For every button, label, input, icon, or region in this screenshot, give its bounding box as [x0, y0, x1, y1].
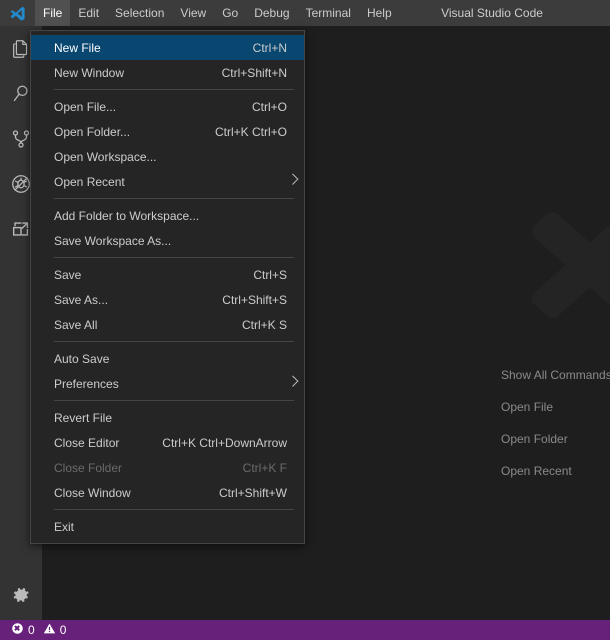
warning-count: 0: [59, 623, 67, 637]
menu-separator: [54, 89, 294, 90]
menu-item-save-as[interactable]: Save As... Ctrl+Shift+S: [31, 287, 304, 312]
menu-item-shortcut: Ctrl+K Ctrl+DownArrow: [162, 435, 287, 450]
menu-item-shortcut: Ctrl+Shift+W: [218, 485, 287, 500]
window-title-text: Visual Studio Code: [441, 6, 543, 20]
menu-item-shortcut: Ctrl+K Ctrl+O: [214, 124, 287, 139]
menu-item-preferences[interactable]: Preferences: [31, 371, 304, 396]
menu-item-label: New File: [54, 40, 101, 55]
menu-item-open-workspace[interactable]: Open Workspace...: [31, 144, 304, 169]
menu-item-add-folder-to-workspace[interactable]: Add Folder to Workspace...: [31, 203, 304, 228]
error-count: 0: [28, 623, 35, 637]
menu-item-label: Close Window: [54, 485, 131, 500]
menu-item-shortcut: Ctrl+K F: [242, 460, 287, 475]
menu-separator: [54, 198, 294, 199]
menubar-item-selection-label: Selection: [115, 6, 165, 20]
menu-item-auto-save[interactable]: Auto Save: [31, 346, 304, 371]
menubar-item-edit[interactable]: Edit: [70, 0, 107, 26]
menu-item-label: Save All: [54, 317, 98, 332]
watermark-label-open-recent: Open Recent: [501, 464, 572, 478]
menu-item-shortcut: Ctrl+N: [252, 40, 287, 55]
menu-item-shortcut: Ctrl+S: [253, 267, 287, 282]
menu-item-label: Save: [54, 267, 82, 282]
title-bar: Visual Studio Code File Edit Selection V…: [0, 0, 610, 26]
menu-item-save-workspace-as[interactable]: Save Workspace As...: [31, 228, 304, 253]
menu-item-shortcut: Ctrl+Shift+N: [221, 65, 287, 80]
menu-item-open-recent[interactable]: Open Recent: [31, 169, 304, 194]
menubar-item-help-label: Help: [366, 6, 392, 20]
menu-item-new-window[interactable]: New Window Ctrl+Shift+N: [31, 60, 304, 85]
error-circle-icon: [11, 622, 24, 638]
menu-item-label: Open Folder...: [54, 124, 131, 139]
menu-item-label: Close Editor: [54, 435, 120, 450]
menu-separator: [54, 341, 294, 342]
menu-separator: [54, 509, 294, 510]
menu-item-label: Revert File: [54, 410, 113, 425]
menu-item-exit[interactable]: Exit: [31, 514, 304, 539]
menu-item-label: Save Workspace As...: [54, 233, 172, 248]
status-bar-left: 0 0: [0, 620, 69, 640]
extensions-icon: [10, 218, 32, 240]
warning-triangle-icon: [43, 622, 56, 638]
vscode-watermark-logo: [485, 178, 610, 338]
status-problems[interactable]: 0 0: [8, 620, 69, 640]
menu-item-close-editor[interactable]: Close Editor Ctrl+K Ctrl+DownArrow: [31, 430, 304, 455]
menu-item-label: Save As...: [54, 292, 109, 307]
menu-item-shortcut: Ctrl+K S: [241, 317, 287, 332]
menu-item-save[interactable]: Save Ctrl+S: [31, 262, 304, 287]
explorer-icon: [10, 38, 32, 60]
file-menu-dropdown: New File Ctrl+N New Window Ctrl+Shift+N Open…: [30, 30, 305, 544]
menu-item-label: Preferences: [54, 376, 119, 391]
menu-item-label: Auto Save: [54, 351, 110, 366]
menubar-item-view-label: View: [180, 6, 207, 20]
menu-item-revert-file[interactable]: Revert File: [31, 405, 304, 430]
menu-bar: File Edit Selection View Go Debug Termin…: [35, 0, 400, 26]
menu-item-close-window[interactable]: Close Window Ctrl+Shift+W: [31, 480, 304, 505]
menu-separator: [54, 400, 294, 401]
menu-item-label: Exit: [54, 519, 75, 534]
menubar-item-edit-label: Edit: [78, 6, 100, 20]
menu-item-label: New Window: [54, 65, 125, 80]
menu-item-label: Open Recent: [54, 174, 125, 189]
menubar-item-go[interactable]: Go: [214, 0, 246, 26]
debug-icon: [10, 173, 32, 195]
chevron-right-icon: [287, 173, 299, 185]
menu-item-label: Close Folder: [54, 460, 123, 475]
status-bar: 0 0: [0, 620, 610, 640]
menu-item-close-folder: Close Folder Ctrl+K F: [31, 455, 304, 480]
search-icon: [10, 83, 32, 105]
menu-item-label: Open File...: [54, 99, 117, 114]
menubar-item-help[interactable]: Help: [359, 0, 400, 26]
menubar-item-terminal-label: Terminal: [305, 6, 351, 20]
menubar-item-file-label: File: [43, 6, 63, 20]
chevron-right-icon: [287, 375, 299, 387]
gear-icon: [11, 585, 31, 610]
menubar-item-debug[interactable]: Debug: [246, 0, 297, 26]
watermark-label-open-file: Open File: [501, 400, 554, 414]
menu-item-open-folder[interactable]: Open Folder... Ctrl+K Ctrl+O: [31, 119, 304, 144]
menu-item-open-file[interactable]: Open File... Ctrl+O: [31, 94, 304, 119]
menu-item-save-all[interactable]: Save All Ctrl+K S: [31, 312, 304, 337]
watermark-label-open-folder: Open Folder: [501, 432, 568, 446]
menubar-item-debug-label: Debug: [254, 6, 290, 20]
menubar-item-go-label: Go: [222, 6, 239, 20]
menu-item-label: Open Workspace...: [54, 149, 157, 164]
menubar-item-selection[interactable]: Selection: [107, 0, 172, 26]
watermark-label-show-all-commands: Show All Commands: [501, 368, 610, 382]
menu-separator: [54, 257, 294, 258]
menu-item-shortcut: Ctrl+Shift+S: [222, 292, 287, 307]
menu-item-shortcut: Ctrl+O: [251, 99, 287, 114]
vscode-window: Visual Studio Code File Edit Selection V…: [0, 0, 610, 640]
menu-item-label: Add Folder to Workspace...: [54, 208, 200, 223]
activity-item-manage[interactable]: [0, 575, 42, 620]
source-control-icon: [10, 128, 32, 150]
menu-item-new-file[interactable]: New File Ctrl+N: [31, 35, 304, 60]
menubar-item-file[interactable]: File: [35, 0, 71, 26]
menubar-item-view[interactable]: View: [172, 0, 214, 26]
menubar-item-terminal[interactable]: Terminal: [298, 0, 359, 26]
vscode-logo-icon: [0, 0, 35, 26]
